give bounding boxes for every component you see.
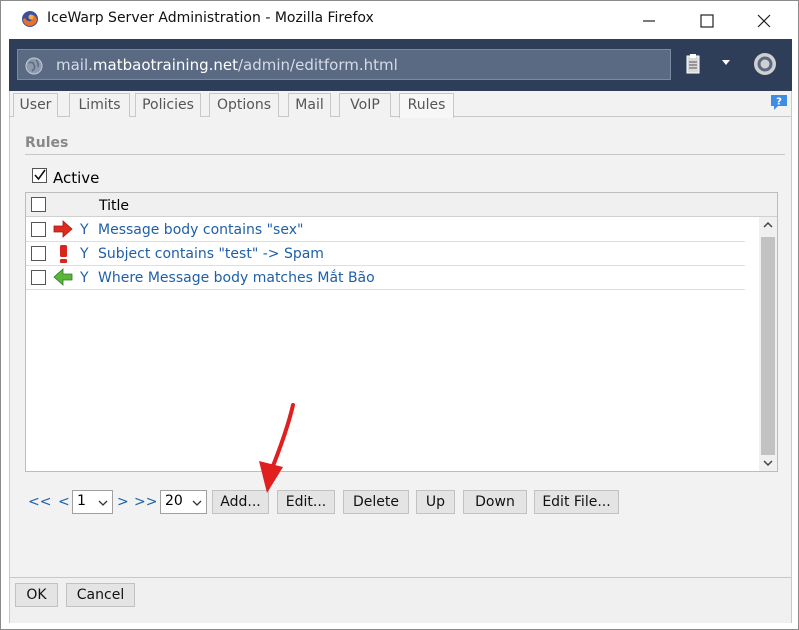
account-icon[interactable] bbox=[752, 51, 778, 77]
table-header: Title bbox=[26, 193, 777, 217]
tab-policies[interactable]: Policies bbox=[135, 93, 201, 117]
row-checkbox[interactable] bbox=[31, 222, 46, 237]
row-checkbox[interactable] bbox=[31, 270, 46, 285]
url-host: matbaotraining.net bbox=[92, 56, 238, 74]
down-button[interactable]: Down bbox=[463, 490, 527, 514]
tab-user[interactable]: User bbox=[13, 93, 58, 117]
delete-button[interactable]: Delete bbox=[343, 490, 409, 514]
scrollbar-thumb[interactable] bbox=[761, 237, 775, 455]
rules-table: Title Y Message body contains "sex" Y Su… bbox=[25, 192, 778, 472]
exclamation-icon bbox=[60, 245, 67, 263]
checkmark-icon bbox=[34, 169, 46, 181]
close-icon bbox=[757, 14, 771, 28]
tab-mail[interactable]: Mail bbox=[288, 93, 331, 117]
svg-text:?: ? bbox=[776, 97, 782, 108]
table-row[interactable]: Y Subject contains "test" -> Spam bbox=[26, 242, 745, 266]
table-row[interactable]: Y Where Message body matches Mắt Bão bbox=[26, 266, 745, 290]
table-row[interactable]: Y Message body contains "sex" bbox=[26, 218, 745, 242]
prev-page-link[interactable]: < bbox=[58, 494, 70, 510]
maximize-icon bbox=[700, 14, 714, 28]
window-title: IceWarp Server Administration - Mozilla … bbox=[47, 10, 374, 26]
url-field[interactable]: mail.matbaotraining.net/admin/editform.h… bbox=[17, 49, 671, 80]
tab-voip[interactable]: VoIP bbox=[339, 93, 391, 117]
next-page-link[interactable]: > bbox=[117, 494, 129, 510]
minimize-icon bbox=[643, 20, 655, 22]
annotation-arrow-icon bbox=[259, 403, 295, 493]
tab-limits[interactable]: Limits bbox=[69, 93, 130, 117]
up-button[interactable]: Up bbox=[416, 490, 455, 514]
section-title: Rules bbox=[25, 135, 69, 151]
url-text: mail.matbaotraining.net/admin/editform.h… bbox=[56, 56, 398, 74]
page-select-value: 1 bbox=[77, 493, 86, 509]
title-bar: IceWarp Server Administration - Mozilla … bbox=[1, 1, 798, 39]
rule-title[interactable]: Where Message body matches Mắt Bão bbox=[98, 270, 375, 286]
url-prefix: mail. bbox=[56, 56, 93, 74]
page-size-value: 20 bbox=[165, 493, 183, 509]
close-button[interactable] bbox=[741, 1, 787, 39]
scroll-down-icon[interactable] bbox=[763, 459, 773, 467]
edit-file-button[interactable]: Edit File... bbox=[534, 490, 619, 514]
url-path: /admin/editform.html bbox=[238, 56, 398, 74]
chevron-down-icon bbox=[98, 500, 108, 506]
rule-title[interactable]: Subject contains "test" -> Spam bbox=[98, 246, 324, 262]
first-page-link[interactable]: << bbox=[28, 494, 51, 510]
help-icon[interactable]: ? bbox=[769, 94, 789, 112]
last-page-link[interactable]: >> bbox=[134, 494, 157, 510]
section-divider bbox=[25, 154, 785, 155]
minimize-button[interactable] bbox=[626, 1, 672, 39]
page-size-select[interactable]: 20 bbox=[160, 490, 207, 514]
rule-flag: Y bbox=[80, 246, 89, 262]
cancel-button[interactable]: Cancel bbox=[66, 583, 135, 607]
firefox-icon bbox=[22, 11, 38, 27]
maximize-button[interactable] bbox=[684, 1, 730, 39]
tab-bar: User Limits Policies Options Mail VoIP R… bbox=[10, 91, 791, 118]
edit-form: User Limits Policies Options Mail VoIP R… bbox=[9, 91, 792, 623]
right-arrow-icon bbox=[53, 220, 73, 238]
column-title[interactable]: Title bbox=[99, 198, 129, 214]
page-select[interactable]: 1 bbox=[72, 490, 113, 514]
active-checkbox[interactable] bbox=[32, 168, 47, 183]
ok-button[interactable]: OK bbox=[15, 583, 58, 607]
tab-rules[interactable]: Rules bbox=[399, 93, 454, 118]
address-bar: mail.matbaotraining.net/admin/editform.h… bbox=[9, 39, 792, 91]
table-scrollbar[interactable] bbox=[759, 217, 777, 471]
dialog-footer: OK Cancel bbox=[10, 578, 791, 623]
rule-title[interactable]: Message body contains "sex" bbox=[98, 222, 303, 238]
chevron-down-icon bbox=[192, 500, 202, 506]
globe-icon bbox=[25, 57, 43, 75]
active-label: Active bbox=[53, 169, 100, 187]
chevron-down-icon[interactable] bbox=[721, 59, 731, 67]
select-all-checkbox[interactable] bbox=[31, 197, 46, 212]
rule-flag: Y bbox=[80, 270, 89, 286]
rule-flag: Y bbox=[80, 222, 89, 238]
browser-window: IceWarp Server Administration - Mozilla … bbox=[0, 0, 799, 630]
tab-options[interactable]: Options bbox=[209, 93, 279, 117]
scroll-up-icon[interactable] bbox=[763, 221, 773, 229]
row-checkbox[interactable] bbox=[31, 246, 46, 261]
clipboard-icon[interactable] bbox=[685, 53, 701, 75]
left-arrow-icon bbox=[53, 268, 73, 286]
